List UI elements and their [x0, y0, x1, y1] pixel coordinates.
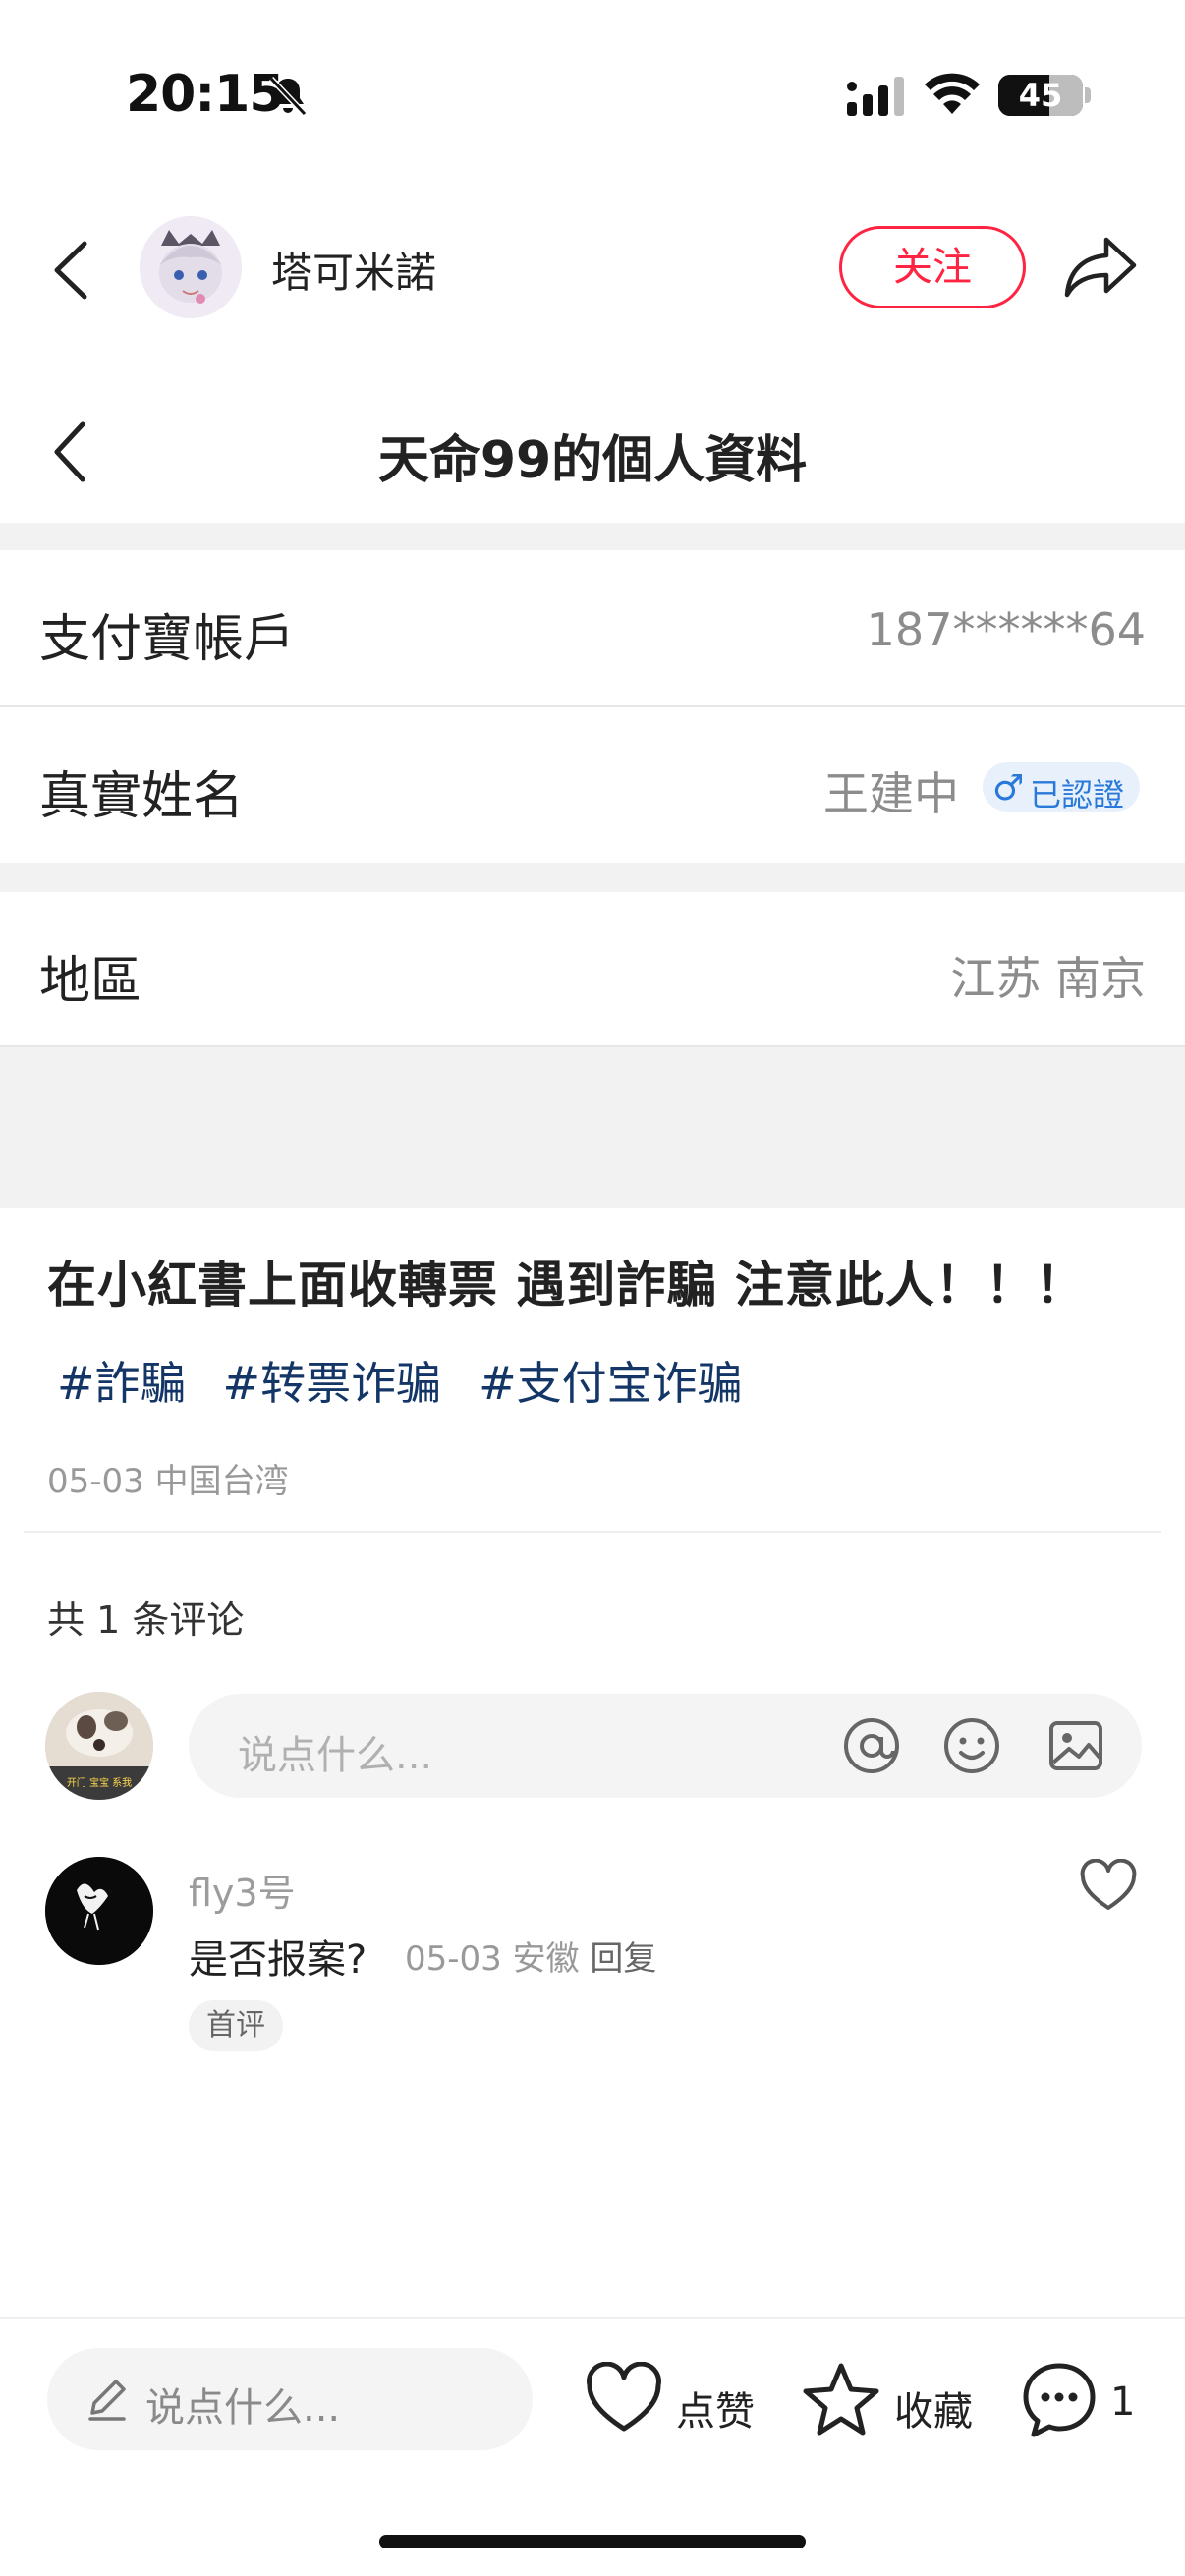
- wifi-icon: [925, 73, 980, 114]
- battery-nub: [1085, 87, 1091, 103]
- battery-icon: 45: [998, 75, 1083, 116]
- comment-text: 是否报案?: [189, 1937, 367, 1983]
- author-avatar[interactable]: [140, 216, 242, 318]
- image-picker-icon[interactable]: [1045, 1715, 1106, 1776]
- image-title: 天命99的個人資料: [377, 431, 808, 490]
- like-button[interactable]: 点赞: [586, 2358, 759, 2446]
- status-time: 20:15: [126, 65, 285, 124]
- star-icon: [803, 2363, 879, 2436]
- share-icon[interactable]: [1061, 232, 1140, 303]
- comment-input[interactable]: 说点什么...: [189, 1694, 1142, 1798]
- bottom-bar-divider: [0, 2317, 1185, 2319]
- reply-button[interactable]: 回复: [590, 1939, 656, 1979]
- my-avatar[interactable]: 开门 宝宝 系我: [45, 1692, 153, 1800]
- image-row-value: 187******64: [866, 603, 1146, 656]
- back-arrow-icon[interactable]: [39, 226, 108, 314]
- heart-icon: [587, 2362, 661, 2432]
- comment-input-placeholder: 说点什么...: [238, 1733, 433, 1778]
- comment-count-label: 1: [1110, 2380, 1136, 2425]
- like-label: 点赞: [676, 2389, 755, 2435]
- comment-like-heart-icon[interactable]: [1079, 1859, 1138, 1914]
- comment-bubble-icon: [1023, 2363, 1096, 2437]
- comment-count: 共 1 条评论: [47, 1598, 245, 1642]
- comment-location: 安徽: [512, 1939, 580, 1979]
- image-row-alipay: 支付寶帳戶 187******64: [0, 550, 1185, 705]
- image-row-label: 支付寶帳戶: [39, 610, 296, 669]
- emoji-icon[interactable]: [941, 1715, 1002, 1776]
- post-header: 塔可米諾 关注: [0, 196, 1185, 344]
- pencil-icon: [88, 2380, 126, 2421]
- commenter-avatar[interactable]: [45, 1857, 153, 1965]
- my-avatar-text: 开门 宝宝 系我: [67, 1776, 132, 1789]
- post-tag[interactable]: #转票诈骗: [223, 1357, 442, 1410]
- comment-meta: 05-03 安徽 回复: [405, 1932, 656, 1980]
- at-mention-icon[interactable]: [841, 1715, 902, 1776]
- status-bar: 20:15 45: [0, 0, 1185, 177]
- bottom-input-placeholder: 说点什么...: [145, 2385, 341, 2431]
- image-sub-header: 天命99的個人資料: [0, 383, 1185, 521]
- battery-level: 45: [1018, 77, 1063, 114]
- bell-muted-icon: [268, 76, 308, 117]
- comment-date: 05-03: [405, 1939, 502, 1979]
- post-divider: [24, 1531, 1161, 1533]
- post-title: 在小紅書上面收轉票 遇到詐騙 注意此人！！！: [47, 1257, 1086, 1314]
- post-tag[interactable]: #支付宝诈骗: [479, 1357, 743, 1410]
- author-name[interactable]: 塔可米諾: [271, 240, 436, 300]
- follow-button[interactable]: 关注: [839, 226, 1026, 308]
- verified-label: 已認證: [1030, 776, 1125, 813]
- collect-label: 收藏: [894, 2389, 973, 2435]
- commenter-name[interactable]: fly3号: [189, 1863, 296, 1917]
- first-comment-badge: 首评: [189, 2000, 283, 2051]
- post-meta: 05-03 中国台湾: [47, 1462, 289, 1501]
- verified-badge: ♂ 已認證: [983, 762, 1140, 813]
- image-row-value: 江苏 南京: [950, 952, 1146, 1005]
- image-gray-band-3: [0, 1047, 1185, 1208]
- post-tag[interactable]: #詐騙: [57, 1357, 186, 1410]
- post-tags: #詐騙 #转票诈骗 #支付宝诈骗: [57, 1348, 780, 1413]
- image-row-region: 地區 江苏 南京: [0, 892, 1185, 1045]
- image-gray-band-2: [0, 863, 1185, 892]
- home-indicator[interactable]: [379, 2535, 806, 2548]
- image-gray-band-1: [0, 523, 1185, 550]
- collect-button[interactable]: 收藏: [802, 2358, 979, 2446]
- image-row-value: 王建中: [823, 767, 959, 820]
- image-row-label: 地區: [39, 952, 142, 1011]
- male-icon: ♂: [992, 768, 1025, 809]
- comment-button[interactable]: 1: [1020, 2358, 1157, 2446]
- bottom-comment-input[interactable]: 说点什么...: [47, 2348, 533, 2450]
- cellular-signal-icon: [847, 77, 904, 116]
- image-row-label: 真實姓名: [39, 767, 245, 826]
